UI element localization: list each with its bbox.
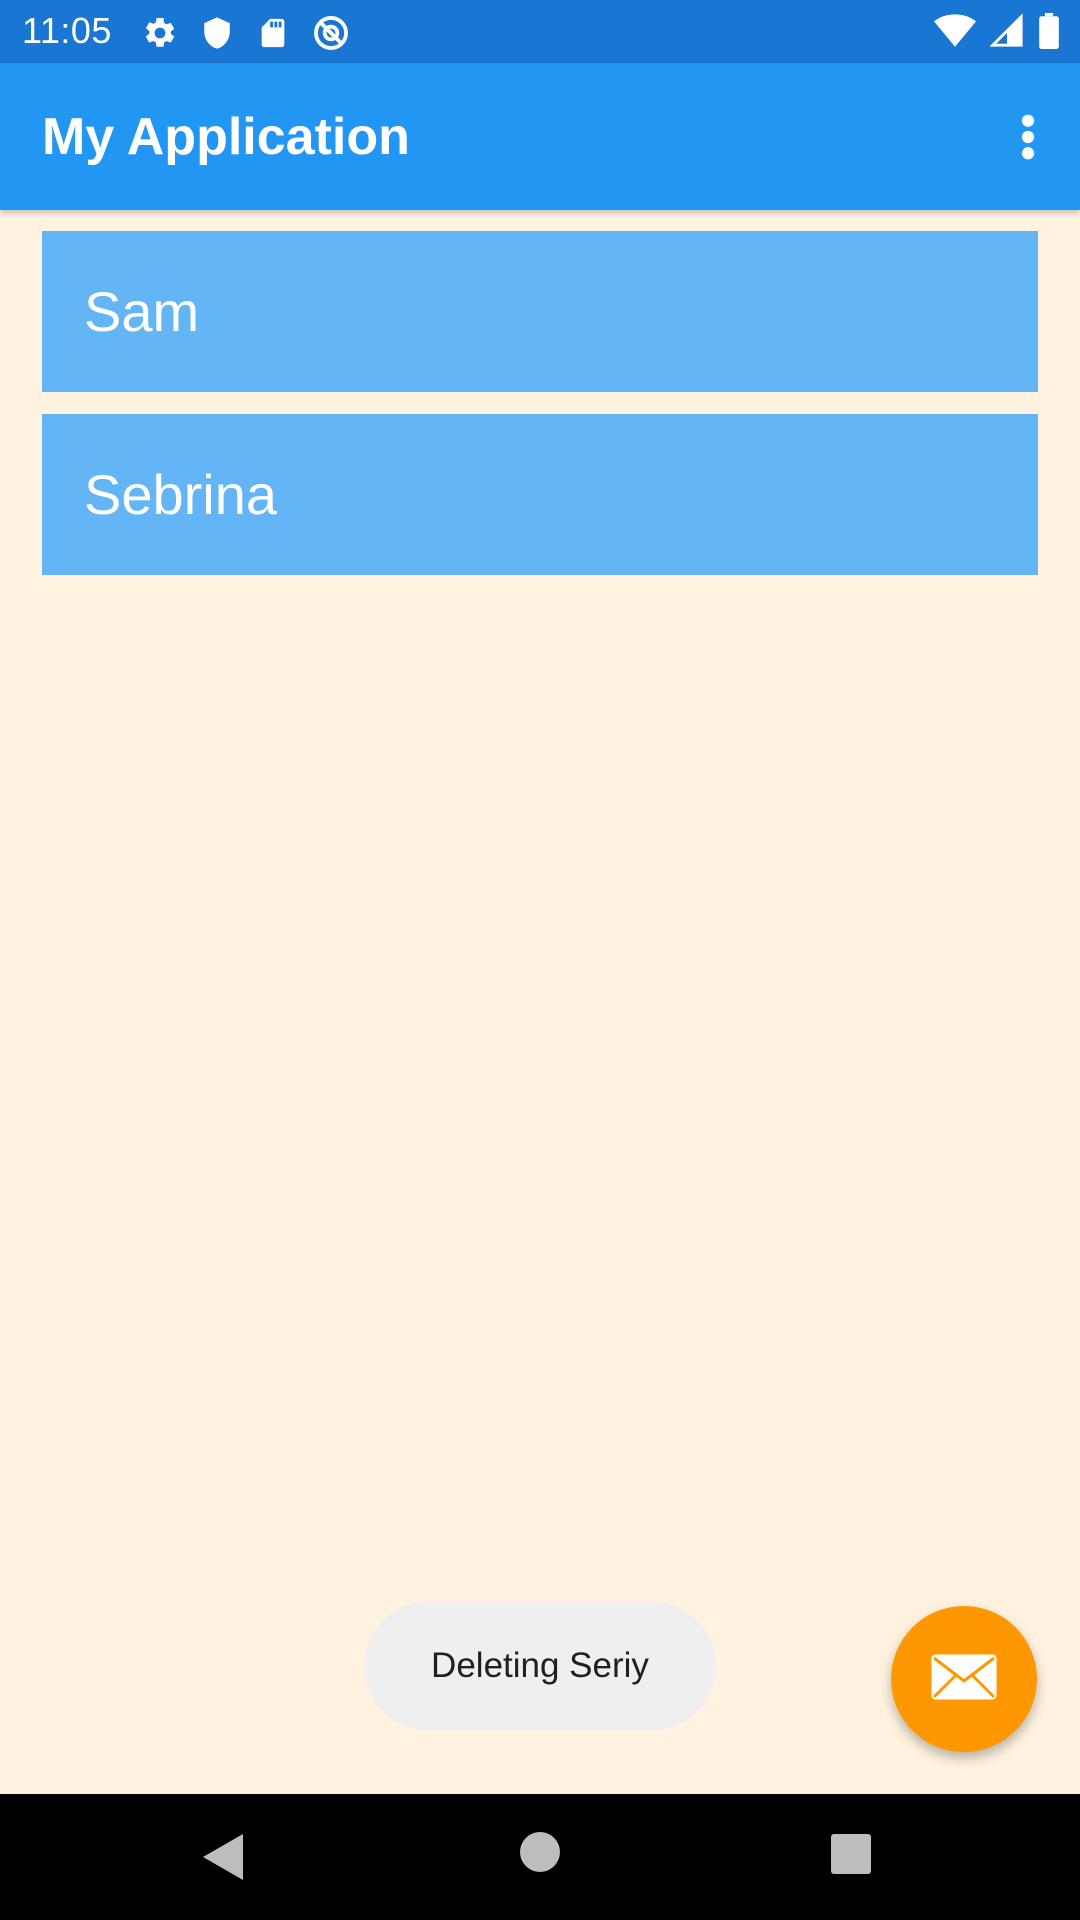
battery-icon	[1038, 13, 1060, 49]
toast-message: Deleting Seriy	[364, 1601, 716, 1731]
mail-icon	[931, 1654, 997, 1705]
name-list: Sam Sebrina	[42, 231, 1038, 597]
home-icon[interactable]	[520, 1832, 560, 1872]
sd-card-icon	[256, 15, 290, 51]
app-bar: My Application	[0, 63, 1080, 210]
navigation-bar	[0, 1794, 1080, 1920]
settings-icon	[142, 15, 178, 51]
list-item[interactable]: Sebrina	[42, 414, 1038, 575]
status-bar: 11:05	[0, 0, 1080, 63]
list-item[interactable]: Sam	[42, 231, 1038, 392]
status-icons-right	[934, 13, 1060, 49]
status-time: 11:05	[22, 10, 112, 51]
at-sign-icon	[312, 14, 350, 52]
mail-fab-button[interactable]	[891, 1606, 1037, 1752]
cell-signal-icon	[990, 13, 1024, 49]
recents-icon[interactable]	[831, 1834, 871, 1874]
back-icon[interactable]	[203, 1834, 245, 1885]
app-title: My Application	[42, 108, 410, 166]
shield-icon	[200, 15, 234, 51]
list-item-label: Sebrina	[84, 463, 278, 526]
wifi-icon	[934, 13, 976, 49]
status-icons-left	[142, 14, 350, 52]
list-item-label: Sam	[84, 280, 200, 343]
more-vert-icon[interactable]	[996, 97, 1060, 177]
